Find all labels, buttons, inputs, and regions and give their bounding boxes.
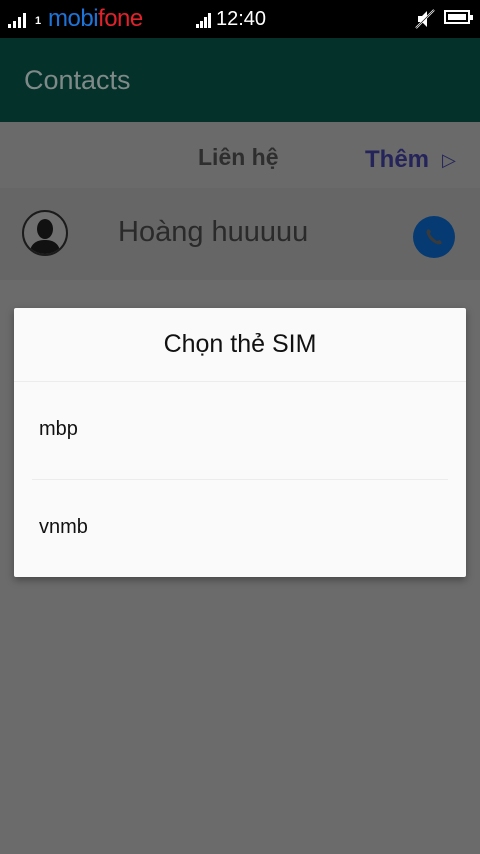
app-bar: Contacts: [0, 38, 480, 122]
mute-icon: [415, 9, 435, 29]
phone-icon: [426, 229, 442, 245]
sim-option-label: mbp: [39, 418, 78, 440]
contact-name: Hoàng huuuuu: [118, 216, 309, 248]
battery-icon: [444, 10, 473, 24]
contact-row[interactable]: Hoàng huuuuu: [0, 188, 480, 280]
call-button[interactable]: [413, 216, 455, 258]
avatar-icon: [22, 210, 68, 256]
play-arrow-icon[interactable]: ▷: [442, 150, 456, 171]
signal-icon: [8, 12, 30, 28]
tab-bar: Liên hệ Thêm ▷: [0, 122, 480, 188]
signal-icon: [196, 12, 214, 28]
sim-picker-dialog: Chọn thẻ SIM mbp vnmb: [14, 308, 466, 577]
status-bar: 1 mobifone 12:40: [0, 0, 480, 38]
carrier-logo: mobifone: [48, 5, 143, 32]
dialog-title: Chọn thẻ SIM: [163, 330, 317, 358]
page-title: Contacts: [24, 65, 131, 95]
tab-more[interactable]: Thêm: [365, 146, 429, 174]
sim-option-mbp[interactable]: mbp: [14, 382, 466, 478]
sim-option-label: vnmb: [39, 516, 88, 538]
sim-option-vnmb[interactable]: vnmb: [14, 480, 466, 576]
clock: 12:40: [216, 8, 267, 30]
sim-index: 1: [35, 15, 42, 27]
tab-contacts[interactable]: Liên hệ: [198, 144, 279, 171]
